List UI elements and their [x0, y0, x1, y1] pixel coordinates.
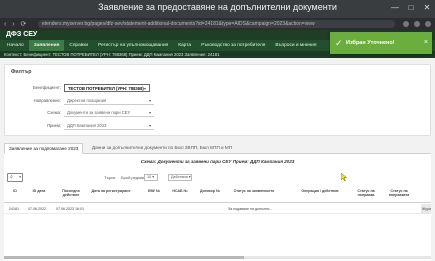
cell-id-date: 07.06.2022 [28, 207, 46, 211]
filter-title: Филтър [11, 69, 32, 75]
col-header-nsab[interactable]: НСАБ № [168, 189, 192, 193]
chevron-down-icon: ▾ [19, 175, 21, 179]
window-title: Заявление за предоставяне на допълнителн… [98, 2, 337, 12]
tab-additional-documents[interactable]: Данни за допълнителни документи по Бюл З… [88, 143, 236, 154]
filter-label: Прием: [46, 123, 61, 128]
actions-label: Действия [171, 175, 188, 179]
col-header-evu[interactable]: ЕВУ № [144, 189, 164, 193]
toast-message: Избран Уточнено! [346, 40, 395, 46]
intake-select[interactable]: ДДП Кампания 2023 ▾ [64, 122, 154, 130]
cell-last-action: 07.06.2023 16:01 [56, 207, 84, 211]
direction-value: Директни плащания [67, 98, 107, 103]
menu-icon[interactable] [425, 21, 431, 27]
menu-item-user-guide[interactable]: Ръководство за потребителя [196, 40, 270, 51]
url-input[interactable]: etenders.myserver.bg/pages/dfz-sev/state… [38, 20, 395, 28]
address-bar: ‹ › ⟳ etenders.myserver.bg/pages/dfz-sev… [0, 18, 435, 30]
filter-label: Схема: [47, 110, 61, 115]
col-header-fix-status-2[interactable]: Статус на поправката [384, 189, 414, 197]
menu-item-home[interactable]: Начало [2, 40, 29, 51]
app-logo[interactable]: ДФЗ СЕУ [6, 31, 37, 38]
col-header-id[interactable]: ID [8, 189, 22, 193]
chevron-down-icon: ▾ [143, 86, 146, 91]
success-toast: ✓ Избран Уточнено! × [330, 32, 432, 54]
menu-item-map[interactable]: Карта [173, 40, 196, 51]
extension-icon[interactable] [403, 21, 409, 27]
col-header-status[interactable]: Статус на заявлението [226, 189, 282, 193]
col-header-last-action[interactable]: Последно действие [56, 189, 86, 197]
beneficiary-value: ТЕСТОВ ПОТРЕБИТЕЛ (УРН: 788368) [68, 86, 144, 91]
check-icon: ✓ [335, 38, 343, 48]
horizontal-scrollbar[interactable] [4, 256, 431, 259]
tab-bar: Заявление за подпомагане 2023 Данни за д… [4, 141, 431, 154]
filter-panel: Филтър Бенефициент: ТЕСТОВ ПОТРЕБИТЕЛ (У… [4, 64, 431, 136]
cell-status: За подаване на допълни... [228, 207, 273, 211]
documents-panel: Схема: Документи за заявени пари СЕУ При… [4, 154, 431, 261]
search-label: Търси [104, 175, 116, 180]
chevron-down-icon: ▾ [148, 123, 151, 128]
rows-per-page-value: 10 [147, 175, 152, 179]
maximize-icon[interactable]: □ [407, 4, 415, 12]
search-icon: ⌕ [10, 174, 13, 180]
rows-label: Брой редове [121, 175, 145, 180]
table-header: ID ID дата Последно действие Дата на рег… [4, 187, 431, 203]
col-header-id-date[interactable]: ID дата [28, 189, 50, 193]
table-row[interactable]: 24181 07.06.2022 07.06.2023 16:01 За под… [4, 204, 431, 214]
chevron-down-icon: ▾ [148, 98, 151, 103]
cell-id: 24181 [9, 207, 19, 211]
col-header-contract[interactable]: Договор № [196, 189, 224, 193]
col-header-fix-status[interactable]: Статус на поправка [352, 189, 380, 197]
browser-title-bar: Заявление за предоставяне на допълнителн… [0, 0, 435, 18]
window-controls: — □ ✕ [391, 4, 431, 12]
filter-row-scheme: Схема: Документи за заявени пари СЕУ ▾ [5, 109, 432, 117]
profile-icon[interactable] [414, 21, 420, 27]
filter-row-direction: Направление: Директни плащания ▾ [5, 97, 432, 105]
col-header-registered[interactable]: Дата на регистриране [90, 189, 132, 193]
table-toolbar: ⌕ ▾ Търси Брой редове 10 ▾ Действия ▾ [4, 173, 431, 183]
rows-per-page-select[interactable]: 10 ▾ [144, 174, 158, 181]
direction-select[interactable]: Директни плащания ▾ [64, 97, 154, 105]
intake-value: ДДП Кампания 2023 [67, 123, 107, 128]
minimize-icon[interactable]: — [391, 4, 399, 12]
filter-label: Бенефициент: [33, 85, 61, 90]
actions-dropdown[interactable]: Действия ▾ [168, 174, 192, 181]
menu-item-reports[interactable]: Справки [64, 40, 93, 51]
cell-edge: Жури [421, 204, 431, 214]
menu-item-authorizations[interactable]: Регистър на упълномощавания [93, 40, 173, 51]
scrollbar-thumb[interactable] [4, 256, 244, 259]
close-icon[interactable]: ✕ [423, 4, 431, 12]
nav-arrows-icon[interactable]: ‹ › ⟳ [4, 20, 28, 28]
filter-row-beneficiary: Бенефициент: ТЕСТОВ ПОТРЕБИТЕЛ (УРН: 788… [5, 84, 432, 92]
filter-row-intake: Прием: ДДП Кампания 2023 ▾ [5, 122, 432, 130]
panel-title: Схема: Документи за заявени пари СЕУ При… [140, 159, 295, 164]
search-button[interactable]: ⌕ ▾ [7, 173, 23, 182]
chevron-down-icon: ▾ [148, 110, 151, 115]
browser-toolbar [403, 20, 431, 27]
toast-close-icon[interactable]: × [424, 39, 428, 46]
scheme-value: Документи за заявени пари СЕУ [67, 110, 131, 115]
menu-item-applications[interactable]: Заявления [28, 40, 65, 51]
scheme-select[interactable]: Документи за заявени пари СЕУ ▾ [64, 109, 154, 117]
chevron-down-icon: ▾ [152, 175, 155, 179]
mouse-cursor-icon [341, 173, 347, 181]
tab-application[interactable]: Заявление за подпомагане 2023 [4, 143, 84, 154]
beneficiary-select[interactable]: ТЕСТОВ ПОТРЕБИТЕЛ (УРН: 788368) ▾ [64, 84, 150, 92]
col-header-operation[interactable]: Операция / действие [300, 189, 340, 193]
filter-label: Направление: [33, 98, 61, 103]
chevron-down-icon: ▾ [188, 175, 191, 179]
menu-item-questions[interactable]: Въпроси и мнения [270, 40, 321, 51]
